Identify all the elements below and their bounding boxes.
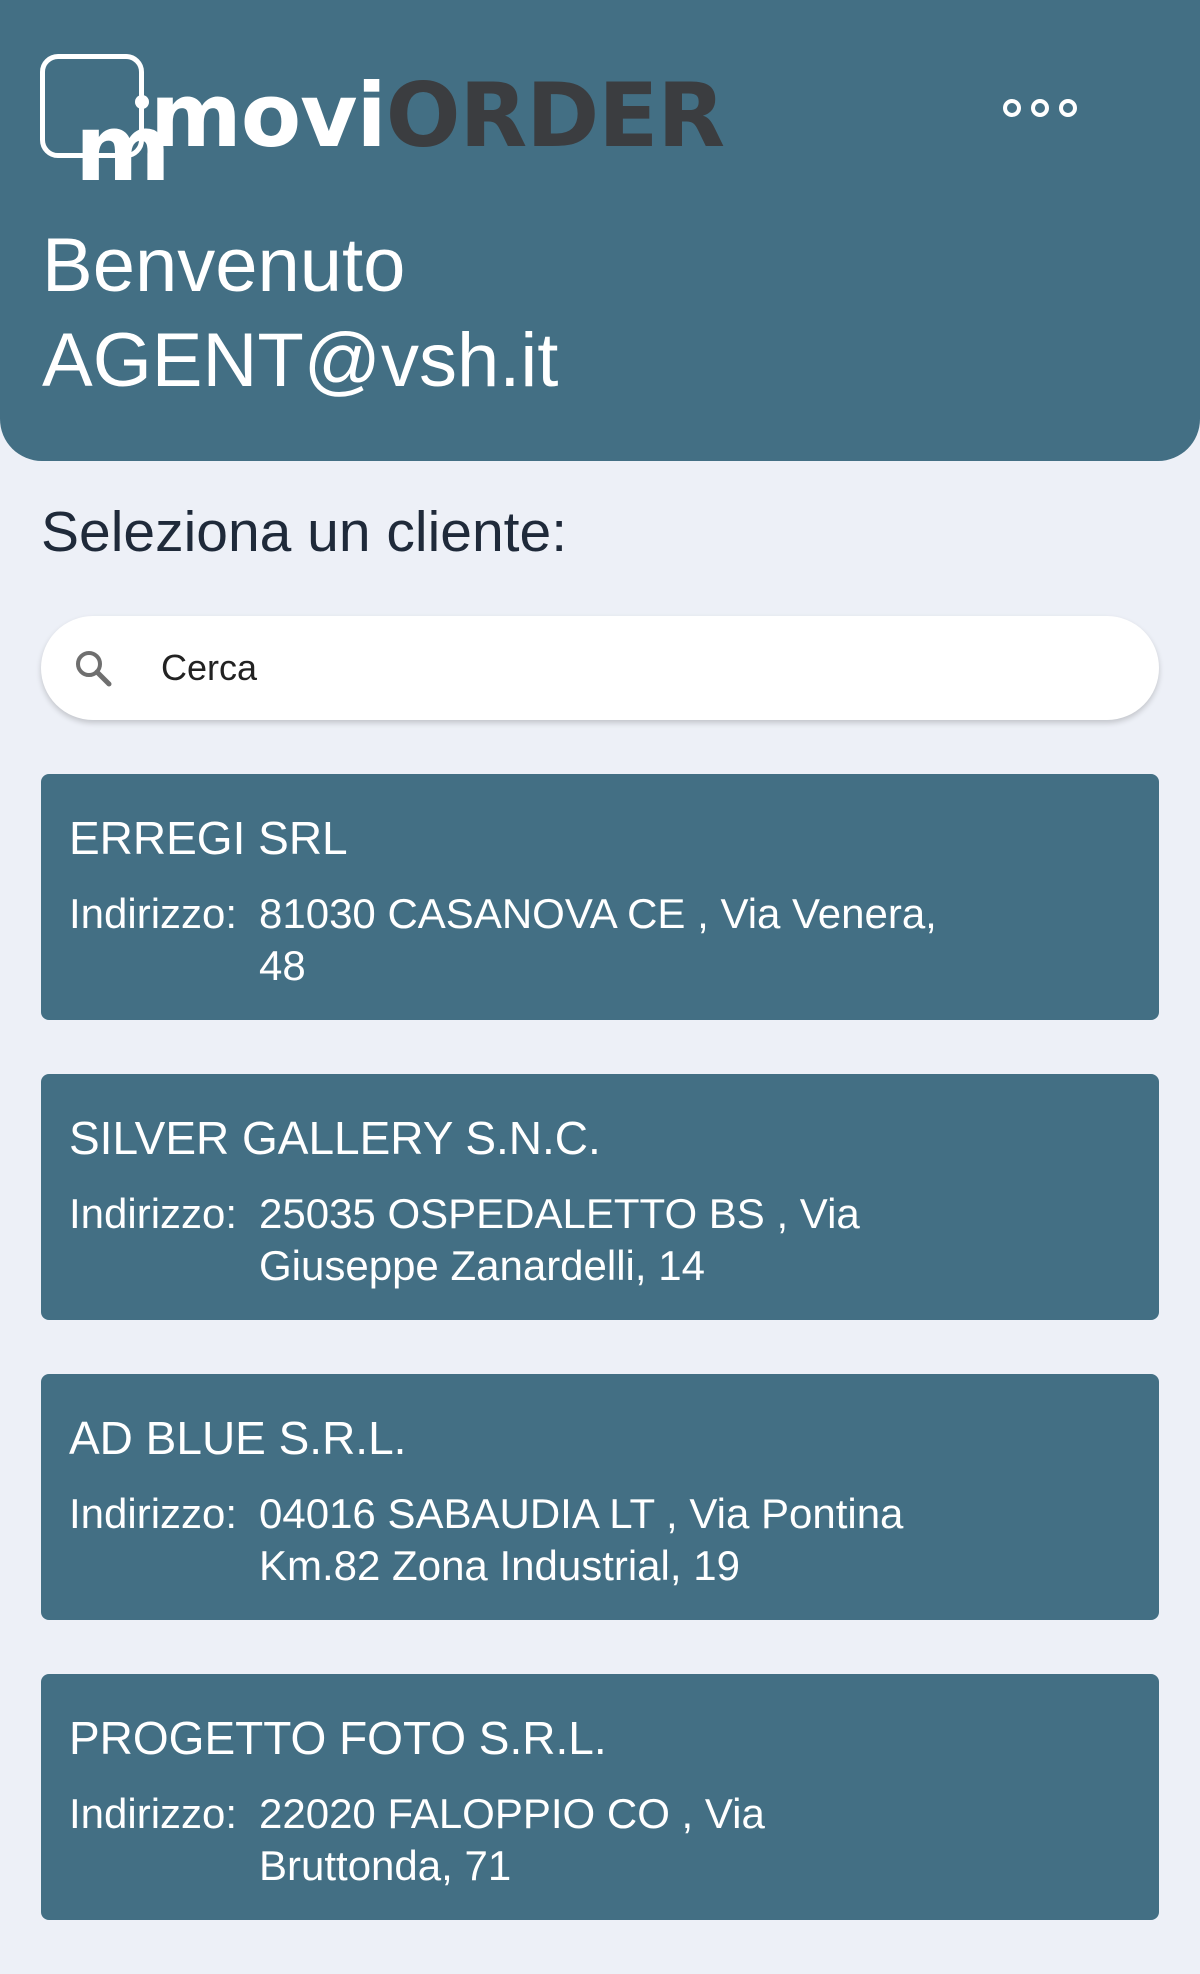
client-name: SILVER GALLERY S.N.C. xyxy=(69,1112,601,1164)
address-label: Indirizzo: xyxy=(69,1190,238,1237)
client-address: 22020 FALOPPIO CO , Via Bruttonda, 71 xyxy=(259,1790,765,1889)
client-address: 04016 SABAUDIA LT , Via Pontina Km.82 Zo… xyxy=(259,1490,904,1589)
logo-mark-icon: m xyxy=(40,54,171,195)
app-header: m moviORDER Benvenuto AGENT@vsh.it xyxy=(0,0,1200,461)
more-menu-button[interactable] xyxy=(990,90,1090,126)
search-bar xyxy=(41,616,1159,720)
welcome-message: Benvenuto AGENT@vsh.it xyxy=(42,218,558,408)
address-label: Indirizzo: xyxy=(69,1490,238,1537)
client-address: 25035 OSPEDALETTO BS , Via Giuseppe Zana… xyxy=(259,1190,860,1289)
client-name: AD BLUE S.R.L. xyxy=(69,1412,407,1464)
welcome-greeting: Benvenuto xyxy=(42,223,406,308)
client-address: 81030 CASANOVA CE , Via Venera, 48 xyxy=(259,890,937,989)
select-client-heading: Seleziona un cliente: xyxy=(41,500,568,564)
client-card[interactable]: ERREGI SRL Indirizzo: 81030 CASANOVA CE … xyxy=(41,774,1159,1020)
client-list: ERREGI SRL Indirizzo: 81030 CASANOVA CE … xyxy=(41,774,1159,1974)
client-card[interactable]: SILVER GALLERY S.N.C. Indirizzo: 25035 O… xyxy=(41,1074,1159,1320)
address-label: Indirizzo: xyxy=(69,890,238,937)
search-input[interactable] xyxy=(161,638,1121,698)
client-name: PROGETTO FOTO S.R.L. xyxy=(69,1712,607,1764)
logo-wordmark: moviORDER xyxy=(150,72,725,160)
more-horizontal-icon xyxy=(1003,99,1021,117)
client-card[interactable]: PROGETTO FOTO S.R.L. Indirizzo: 22020 FA… xyxy=(41,1674,1159,1920)
logo-movi: movi xyxy=(150,64,387,167)
welcome-user-email: AGENT@vsh.it xyxy=(42,318,559,403)
logo-order: ORDER xyxy=(385,64,725,167)
search-icon[interactable] xyxy=(73,648,113,688)
client-name: ERREGI SRL xyxy=(69,812,348,864)
address-label: Indirizzo: xyxy=(69,1790,238,1837)
client-card[interactable]: AD BLUE S.R.L. Indirizzo: 04016 SABAUDIA… xyxy=(41,1374,1159,1620)
